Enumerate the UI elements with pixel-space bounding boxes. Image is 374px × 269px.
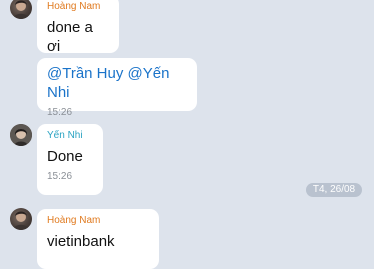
- message-bubble[interactable]: Hoàng Nam vietinbank: [37, 209, 159, 269]
- date-separator: T4, 26/08: [306, 183, 362, 197]
- message-bubble[interactable]: Yến Nhi Done 15:26: [37, 124, 103, 195]
- message-text: Done: [47, 148, 83, 165]
- sender-name: Hoàng Nam: [47, 1, 101, 12]
- mention-text[interactable]: @Trần Huy @Yến Nhi: [47, 64, 187, 102]
- avatar-hoang-nam[interactable]: [10, 208, 32, 230]
- message-bubble[interactable]: @Trần Huy @Yến Nhi 15:26: [37, 58, 197, 118]
- message-text: done a ơi: [47, 19, 93, 55]
- avatar-hoang-nam[interactable]: [10, 0, 32, 19]
- sender-name: Yến Nhi: [47, 130, 83, 141]
- message-bubble[interactable]: Hoàng Nam done a ơi: [37, 0, 119, 55]
- avatar-yen-nhi[interactable]: [10, 124, 32, 146]
- sender-name: Hoàng Nam: [47, 215, 101, 226]
- message-time: 15:26: [47, 171, 73, 182]
- message-text: vietinbank: [47, 233, 115, 250]
- chat-message-list[interactable]: Hoàng Nam done a ơi @Trần Huy @Yến Nhi 1…: [0, 0, 374, 269]
- message-time: 15:26: [47, 107, 73, 118]
